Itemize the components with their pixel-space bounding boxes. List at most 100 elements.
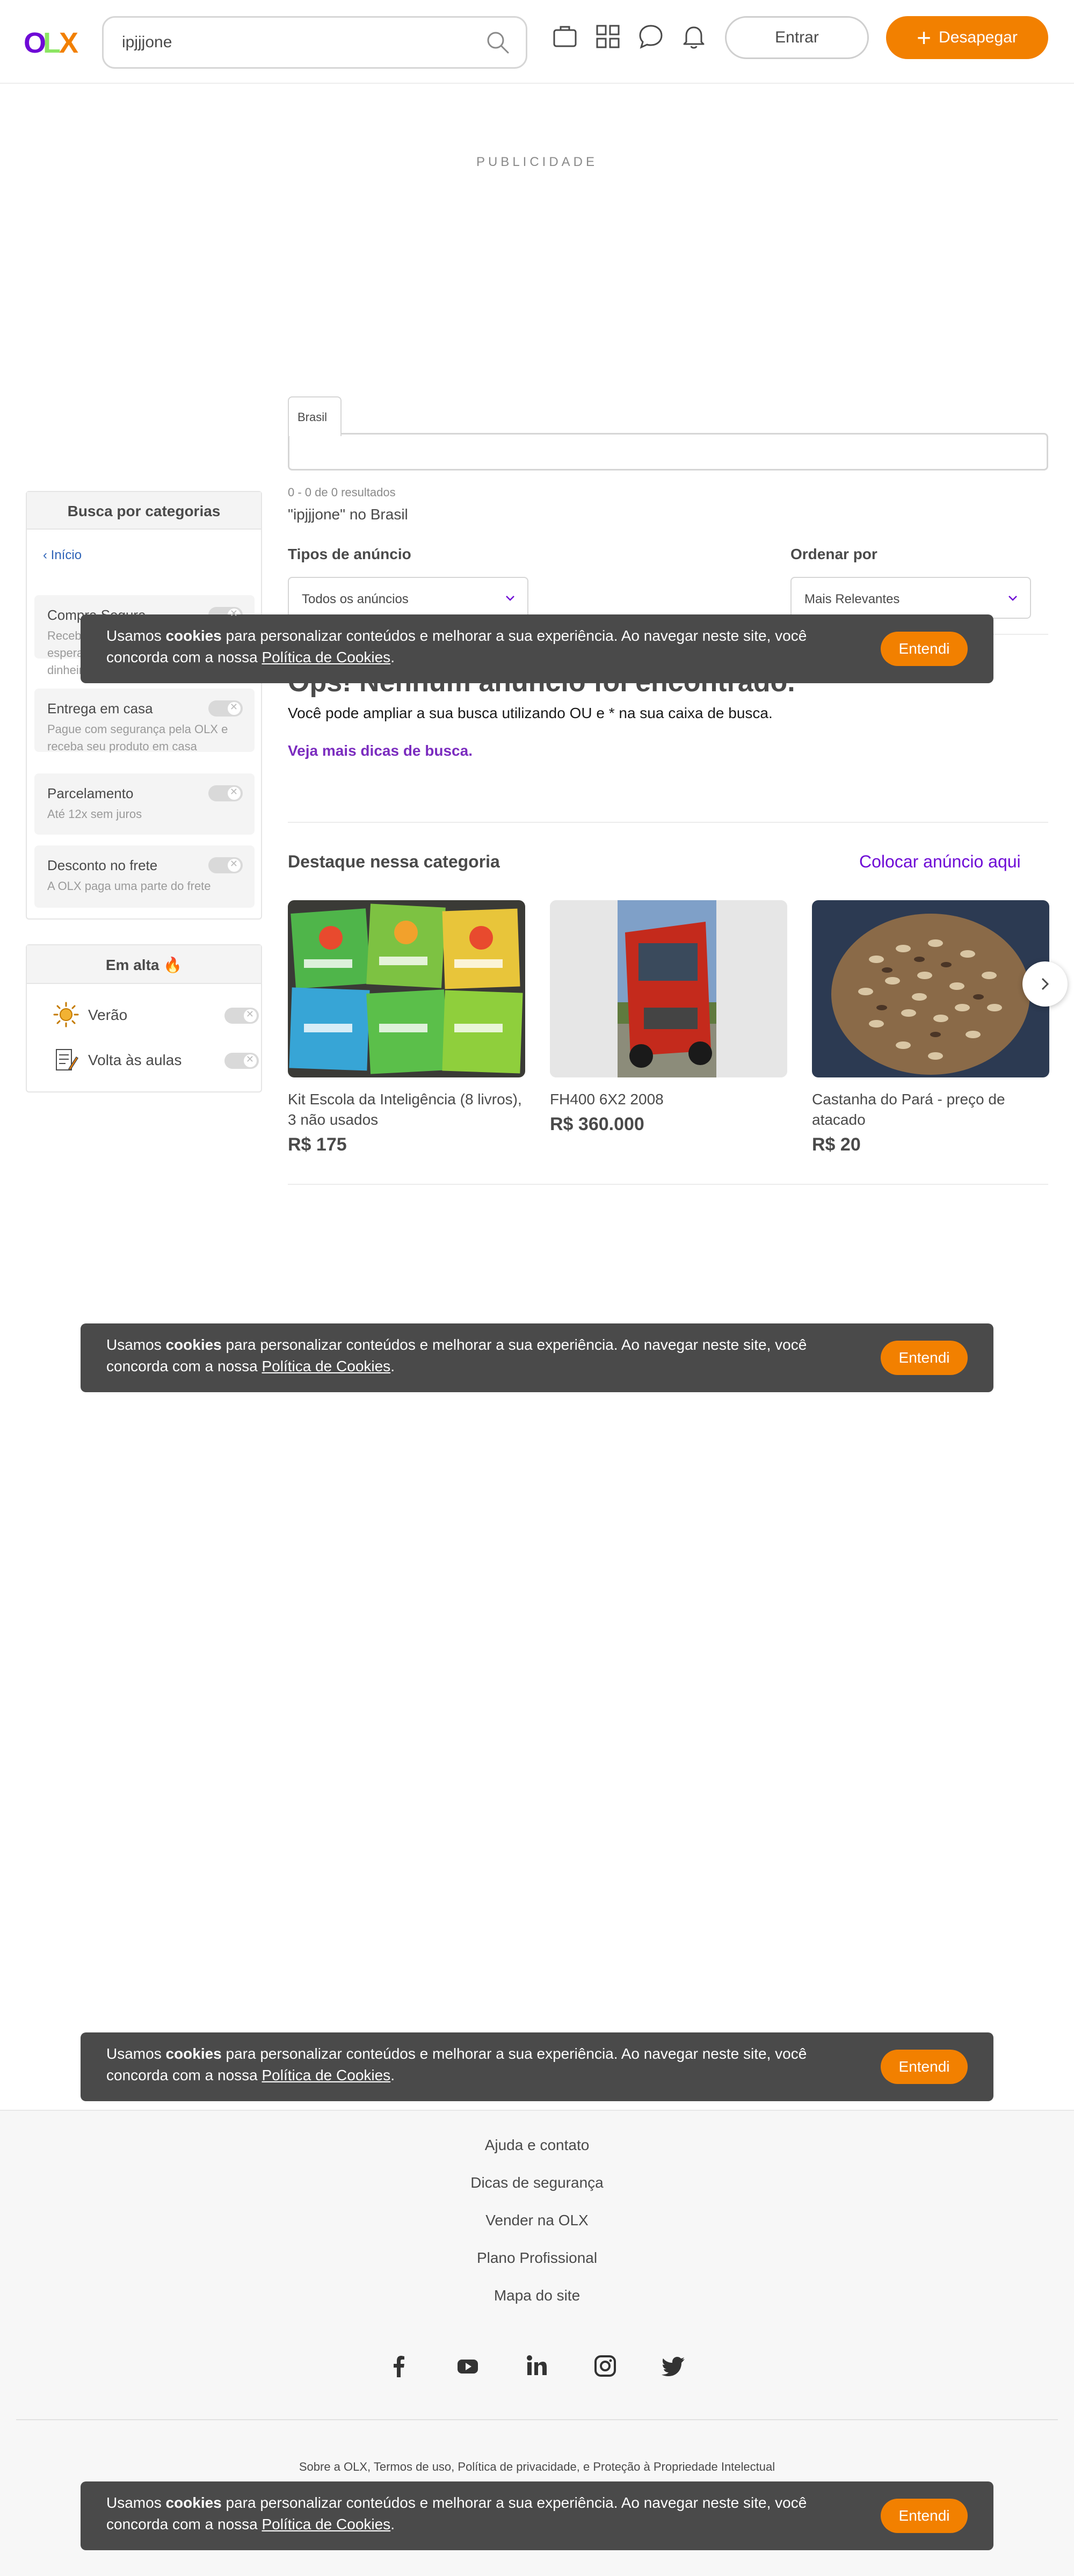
ip-protection-link[interactable]: Proteção à Propriedade Intelectual [593,2460,775,2473]
cookie-policy-link[interactable]: Política de Cookies [262,2516,391,2532]
product-image-books[interactable] [288,900,525,1077]
back-to-school-toggle[interactable]: ✕ [224,1053,259,1069]
cookie-accept-button[interactable]: Entendi [881,1341,968,1375]
product-price: R$ 360.000 [550,1114,644,1134]
home-link-label: Início [50,548,82,562]
product-price: R$ 20 [812,1134,861,1155]
sell-button-label: Desapegar [939,28,1018,46]
chevron-left-icon: ‹ [43,548,51,562]
home-delivery-toggle[interactable]: ✕ [208,700,243,717]
feature-title: Parcelamento [47,785,134,801]
footer-link-help[interactable]: Ajuda e contato [0,2137,1074,2154]
product-name[interactable]: Castanha do Pará - preço de atacado [812,1089,1049,1130]
trending-item-back-to-school[interactable]: Volta às aulas ✕ [53,1046,267,1073]
home-link[interactable]: ‹ Início [43,548,82,563]
feature-desc: A OLX paga uma parte do frete [47,879,211,893]
terms-link[interactable]: Termos de uso [374,2460,451,2473]
cookie-text: Usamos cookies para personalizar conteúd… [106,2045,807,2083]
facebook-icon[interactable] [386,2353,412,2379]
feature-home-delivery[interactable]: Entrega em casa Pague com segurança pela… [34,689,255,753]
grid-icon[interactable] [593,21,623,52]
chevron-right-icon [1041,978,1049,990]
summer-toggle[interactable]: ✕ [224,1008,259,1024]
cookie-banner: Usamos cookies para personalizar conteúd… [81,1323,993,1392]
cookie-policy-link[interactable]: Política de Cookies [262,649,391,665]
shipping-discount-toggle[interactable]: ✕ [208,857,243,873]
svg-text:L: L [43,27,61,58]
feature-title: Desconto no frete [47,857,158,873]
bell-icon[interactable] [679,21,709,52]
svg-text:X: X [59,27,78,58]
product-image-nuts[interactable] [812,900,1049,1077]
order-by-select[interactable]: Mais Relevantes [790,577,1031,619]
featured-card[interactable]: FH400 6X2 2008 R$ 360.000 [550,900,787,1135]
chat-icon[interactable] [636,21,666,52]
cookie-banner: Usamos cookies para personalizar conteúd… [81,614,993,683]
youtube-icon[interactable] [454,2353,481,2379]
olx-logo[interactable]: O L X [24,26,79,59]
cookie-accept-button[interactable]: Entendi [881,2050,968,2084]
product-image-truck[interactable] [550,900,787,1077]
linkedin-icon[interactable] [523,2353,550,2379]
search-icon[interactable] [485,30,511,55]
place-ad-link[interactable]: Colocar anúncio aqui [859,852,1021,872]
feature-shipping-discount[interactable]: Desconto no frete A OLX paga uma parte d… [34,845,255,908]
cookie-accept-button[interactable]: Entendi [881,2499,968,2533]
section-divider [288,1184,1048,1185]
feature-installments[interactable]: Parcelamento Até 12x sem juros ✕ [34,773,255,835]
product-name[interactable]: FH400 6X2 2008 [550,1089,787,1110]
sun-icon [53,1001,79,1028]
chevron-down-icon [1008,596,1017,601]
cookie-text: Usamos cookies para personalizar conteúd… [106,1336,807,1374]
featured-card[interactable]: Kit Escola da Inteligência (8 livros), 3… [288,900,525,1155]
cookie-banner: Usamos cookies para personalizar conteúd… [81,2032,993,2101]
cookie-policy-link[interactable]: Política de Cookies [262,1358,391,1374]
top-header: O L X Entrar + Desapegar [0,0,1074,84]
feature-desc: Até 12x sem juros [47,807,142,821]
sell-button[interactable]: + Desapegar [886,16,1048,59]
cookie-policy-link[interactable]: Política de Cookies [262,2067,391,2083]
plus-icon: + [917,24,932,52]
order-by-label: Ordenar por [790,546,877,562]
cookie-text: Usamos cookies para personalizar conteúd… [106,2494,807,2532]
chevron-down-icon [506,596,514,601]
login-button[interactable]: Entrar [725,16,869,59]
ad-label: PUBLICIDADE [476,155,598,169]
featured-card[interactable]: Castanha do Pará - preço de atacado R$ 2… [812,900,1049,1155]
footer-legal-links: Sobre a OLX, Termos de uso, Política de … [299,2460,775,2473]
section-divider [288,822,1048,823]
cookie-accept-button[interactable]: Entendi [881,632,968,666]
product-name[interactable]: Kit Escola da Inteligência (8 livros), 3… [288,1089,525,1130]
categories-title: Busca por categorias [27,492,261,530]
notepad-icon [53,1046,79,1073]
categories-panel: Busca por categorias ‹ Início Compra Seg… [26,491,262,920]
trending-title: Em alta 🔥 [27,945,261,984]
product-price: R$ 175 [288,1134,347,1155]
trending-label: Verão [88,1007,128,1023]
footer-link-pro-plan[interactable]: Plano Profissional [0,2249,1074,2267]
footer-divider [16,2419,1058,2420]
trending-panel: Em alta 🔥 Verão ✕ Volta às aulas ✕ [26,944,262,1092]
twitter-icon[interactable] [661,2353,687,2379]
about-link[interactable]: Sobre a OLX [299,2460,367,2473]
cookie-banner: Usamos cookies para personalizar conteúd… [81,2481,993,2550]
feature-desc: Pague com segurança pela OLX e receba se… [47,722,228,753]
location-panel [288,433,1048,471]
privacy-link[interactable]: Política de privacidade [458,2460,576,2473]
results-query: "ipjjjone" no Brasil [288,506,408,523]
footer-link-sell[interactable]: Vender na OLX [0,2212,1074,2229]
search-tips-link[interactable]: Veja mais dicas de busca. [288,742,473,759]
trending-item-summer[interactable]: Verão ✕ [53,1001,267,1028]
instagram-icon[interactable] [592,2353,619,2379]
feature-title: Entrega em casa [47,700,153,717]
carousel-next-button[interactable] [1022,961,1068,1007]
installments-toggle[interactable]: ✕ [208,785,243,801]
search-input[interactable] [122,18,471,67]
footer-link-safety[interactable]: Dicas de segurança [0,2174,1074,2191]
ad-types-select[interactable]: Todos os anúncios [288,577,528,619]
location-tab[interactable]: Brasil [288,396,342,436]
search-box[interactable] [102,16,527,69]
briefcase-icon[interactable] [550,21,580,52]
footer-link-sitemap[interactable]: Mapa do site [0,2287,1074,2304]
trending-label: Volta às aulas [88,1052,182,1068]
